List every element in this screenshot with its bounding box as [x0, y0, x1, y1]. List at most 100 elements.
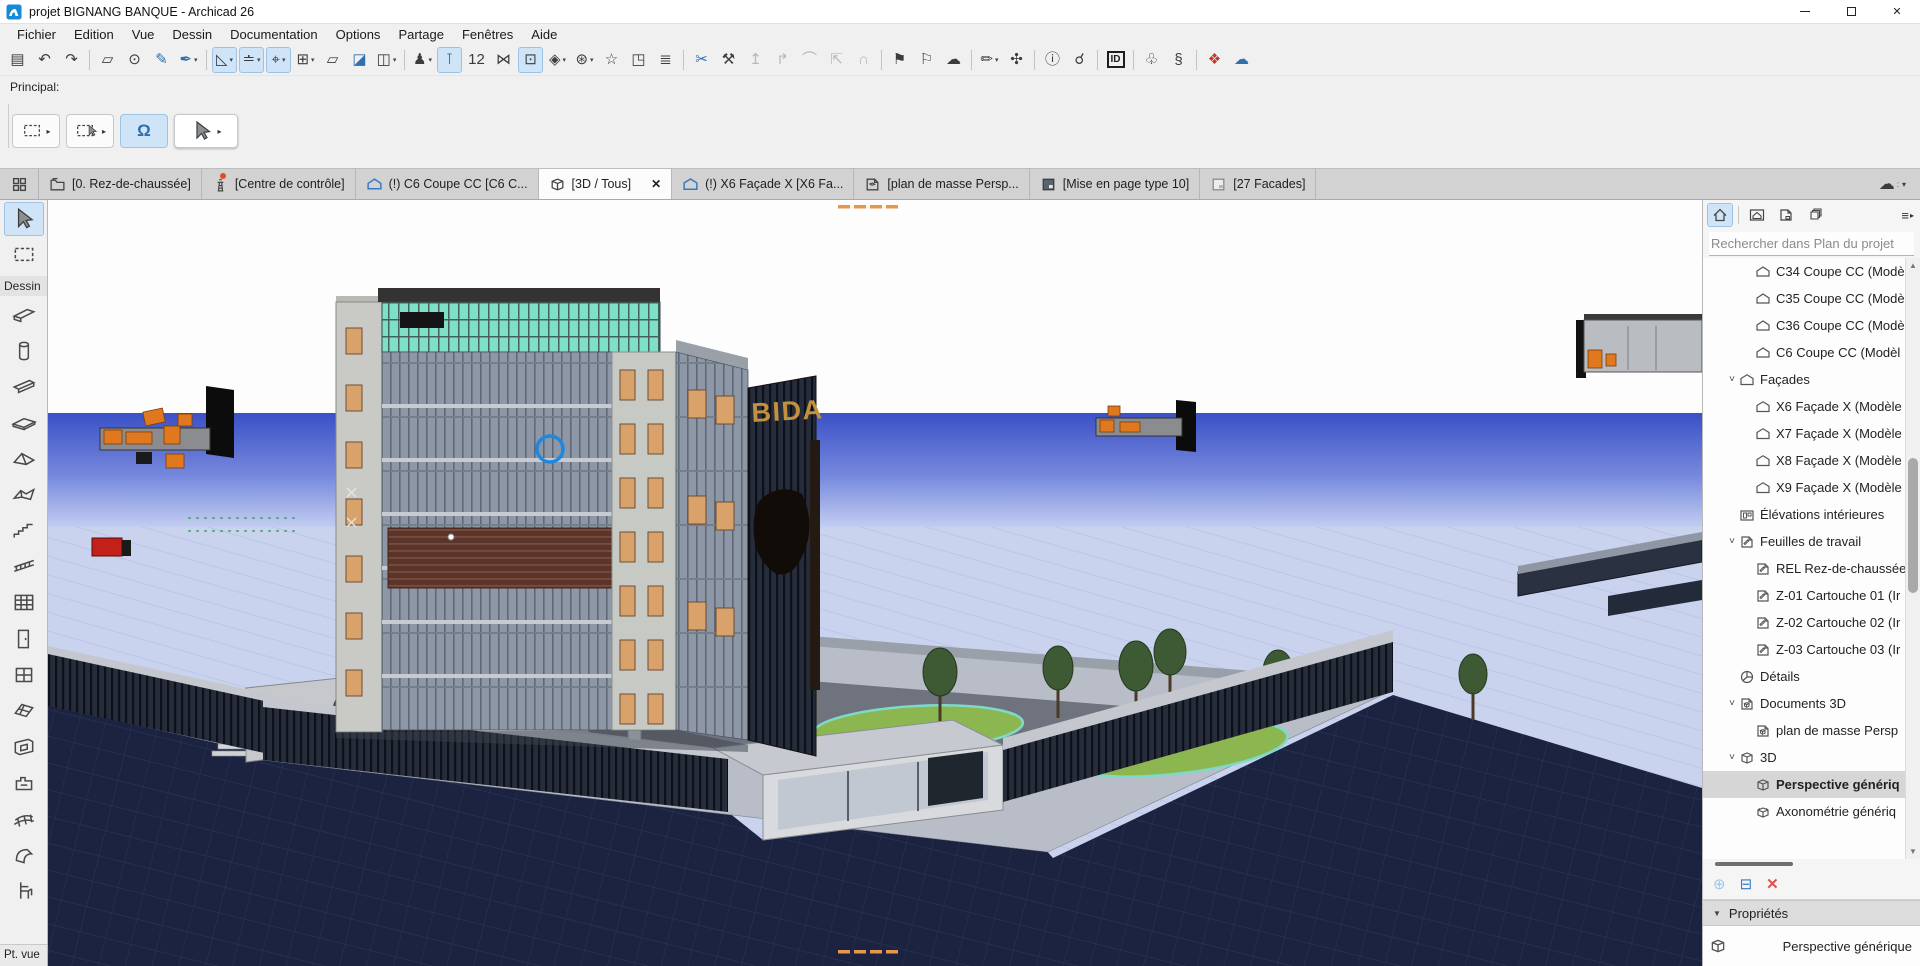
reference-button[interactable]: ◪ ▾ [347, 47, 372, 73]
roof-tool[interactable] [4, 442, 44, 476]
arrow-cursor-button[interactable]: ▸ [174, 114, 238, 148]
navigator-item[interactable]: ˅ Z-03 Cartouche 03 (Ir [1703, 636, 1906, 663]
navigator-item[interactable]: ˅ Élévations intérieures [1703, 501, 1906, 528]
properties-header[interactable]: ▼ Propriétés [1703, 900, 1920, 926]
morph-tool[interactable] [4, 838, 44, 872]
close-button[interactable]: ✕ [1874, 0, 1920, 23]
navigator-item[interactable]: ˅ X7 Façade X (Modèle [1703, 420, 1906, 447]
tree-button[interactable]: ♧ ▾ [1139, 47, 1164, 73]
beam-tool[interactable] [4, 370, 44, 404]
teamwork-cloud-button[interactable]: ☁:▾ [1879, 169, 1906, 199]
object-tool[interactable] [4, 766, 44, 800]
stair-tool[interactable] [4, 514, 44, 548]
navigator-search-input[interactable] [1709, 232, 1914, 256]
info-button[interactable]: ⓘ ▾ [1040, 47, 1065, 73]
publisher-button[interactable] [1802, 203, 1828, 227]
flag-button[interactable]: ⚑ ▾ [887, 47, 912, 73]
menu-item[interactable]: Options [327, 27, 390, 42]
navigator-item[interactable]: ˅ Façades [1703, 366, 1906, 393]
favorites-button[interactable]: ☆ ▾ [599, 47, 624, 73]
view-settings-button[interactable]: ⊟ [1740, 875, 1753, 893]
window-tool[interactable] [4, 658, 44, 692]
close-tab-button[interactable]: ✕ [651, 177, 661, 191]
guide-lines-button[interactable]: ◺ ▾ [212, 47, 237, 73]
hscrollbar-thumb[interactable] [1715, 862, 1793, 866]
frame-button[interactable]: ◫ ▾ [374, 47, 399, 73]
toolbar-separator[interactable]: ▾ [881, 50, 882, 70]
skylight-tool[interactable] [4, 694, 44, 728]
flag-list-button[interactable]: ⚐ ▾ [914, 47, 939, 73]
adjust-button[interactable]: ⚒ ▾ [716, 47, 741, 73]
tab-c6-coupe-cc[interactable]: (!) C6 Coupe CC [C6 C... ✕ [356, 169, 539, 199]
delete-view-button[interactable]: ✕ [1766, 875, 1779, 893]
navigator-item[interactable]: ˅ plan de masse Persp [1703, 717, 1906, 744]
dimension-button[interactable]: 12 ▾ [464, 47, 489, 73]
profile-button[interactable]: ♟ ▾ [410, 47, 435, 73]
navigator-item[interactable]: ˅ C36 Coupe CC (Modè [1703, 312, 1906, 339]
tab-overview-button[interactable] [0, 169, 39, 199]
navigator-item[interactable]: ˅ C6 Coupe CC (Modèl [1703, 339, 1906, 366]
curtain-wall-tool[interactable] [4, 586, 44, 620]
clip-button[interactable]: § ▾ [1166, 47, 1191, 73]
selection-grid-button[interactable]: ⊡ ▾ [518, 47, 543, 73]
snap-guides-button[interactable]: ≐ ▾ [239, 47, 264, 73]
navigator-item[interactable]: ˅ Documents 3D [1703, 690, 1906, 717]
furniture-tool[interactable] [4, 874, 44, 908]
navigator-item[interactable]: ˅ X8 Façade X (Modèle [1703, 447, 1906, 474]
toolbar-separator[interactable]: ▾ [1097, 50, 1098, 70]
navigator-menu-button[interactable]: ≡▸ [1901, 208, 1916, 223]
inject-parameters-button[interactable]: ✒ ▾ [176, 47, 201, 73]
railing-tool[interactable] [4, 550, 44, 584]
shell-tool[interactable] [4, 478, 44, 512]
toolbar-separator[interactable]: ▾ [1034, 50, 1035, 70]
survey-point-button[interactable]: ⊺ ▾ [437, 47, 462, 73]
menu-item[interactable]: Partage [389, 27, 453, 42]
marquee-options-button[interactable]: ▸ [12, 114, 60, 148]
navigator-item[interactable]: ˅ 3D [1703, 744, 1906, 771]
tab-x6-facade-x[interactable]: (!) X6 Façade X [X6 Fa... ✕ [672, 169, 854, 199]
undo-button[interactable]: ↶ ▾ [32, 47, 57, 73]
tab-3d-tous[interactable]: [3D / Tous] ✕ [539, 169, 673, 199]
menu-item[interactable]: Aide [522, 27, 566, 42]
menu-item[interactable]: Fichier [8, 27, 65, 42]
id-button[interactable]: ID ▾ [1103, 47, 1128, 73]
marquee-tool[interactable] [4, 238, 44, 272]
stretch-button[interactable]: ⋈ ▾ [491, 47, 516, 73]
solid-operations-button[interactable]: ◈ ▾ [545, 47, 570, 73]
add-view-button[interactable]: ⊕ [1713, 875, 1726, 893]
navigator-item[interactable]: ˅ Axonométrie génériq [1703, 798, 1906, 825]
navigator-item[interactable]: ˅ Feuilles de travail [1703, 528, 1906, 555]
tab-centre-de-controle[interactable]: [Centre de contrôle] ✕ [202, 169, 356, 199]
door-tool[interactable] [4, 622, 44, 656]
location-button[interactable]: ☌ ▾ [1067, 47, 1092, 73]
grid-snap-button[interactable]: ⊞ ▾ [293, 47, 318, 73]
trim-button[interactable]: ↱ ▾ [770, 47, 795, 73]
project-map-button[interactable] [1707, 203, 1733, 227]
minimize-button[interactable] [1782, 0, 1828, 23]
select-options-button[interactable]: ▸ [66, 114, 114, 148]
pickup-parameters-button[interactable]: ✎ ▾ [149, 47, 174, 73]
scrollbar-thumb[interactable] [1908, 458, 1918, 593]
teamwork-button[interactable]: ❖ ▾ [1202, 47, 1227, 73]
save-button[interactable]: ▤ ▾ [5, 47, 30, 73]
scroll-up-icon[interactable]: ▲ [1906, 261, 1920, 270]
trace-button[interactable]: ▱ ▾ [320, 47, 345, 73]
column-tool[interactable] [4, 334, 44, 368]
arrow-tool[interactable] [4, 202, 44, 236]
resize-button[interactable]: ⇱ ▾ [824, 47, 849, 73]
maximize-button[interactable] [1828, 0, 1874, 23]
menu-item[interactable]: Dessin [163, 27, 221, 42]
align-button[interactable]: ↥ ▾ [743, 47, 768, 73]
mesh-tool[interactable] [4, 802, 44, 836]
magnet-snap-button[interactable]: Ω [120, 114, 168, 148]
toolbar-separator[interactable]: ▾ [404, 50, 405, 70]
toolbar-separator[interactable]: ▾ [1196, 50, 1197, 70]
toolbar-separator[interactable]: ▾ [206, 50, 207, 70]
paint-button[interactable]: ✣ ▾ [1004, 47, 1029, 73]
navigator-item[interactable]: ˅ X9 Façade X (Modèle [1703, 474, 1906, 501]
wall-tool[interactable] [4, 298, 44, 332]
revision-button[interactable]: ⊛ ▾ [572, 47, 597, 73]
tab-27-facades[interactable]: [27 Facades] ✕ [1200, 169, 1316, 199]
tab-mise-en-page-type-10[interactable]: [Mise en page type 10] ✕ [1030, 169, 1200, 199]
navigator-item[interactable]: ˅ Perspective génériq [1703, 771, 1906, 798]
